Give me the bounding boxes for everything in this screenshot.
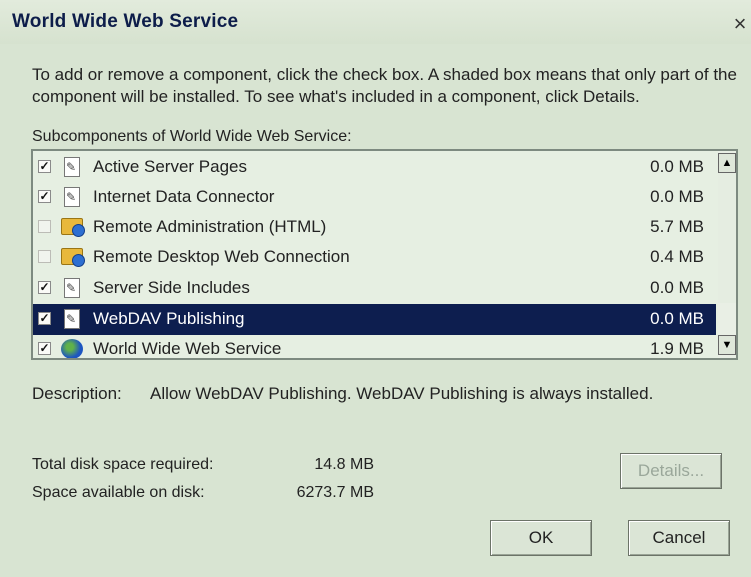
component-size: 5.7 MB	[650, 217, 704, 236]
checkbox[interactable]: ✓	[38, 190, 51, 203]
component-name: Server Side Includes	[93, 278, 250, 297]
checkbox[interactable]: ✓	[38, 312, 51, 325]
document-icon	[64, 278, 80, 298]
instructions-text: To add or remove a component, click the …	[32, 65, 737, 106]
disk-required-value: 14.8 MB	[314, 456, 374, 473]
component-size: 1.9 MB	[650, 339, 704, 358]
list-item[interactable]: ✓ World Wide Web Service 1.9 MB	[33, 334, 716, 358]
component-size: 0.0 MB	[650, 278, 704, 297]
list-item[interactable]: ✓ Server Side Includes 0.0 MB	[33, 273, 716, 304]
window-title: World Wide Web Service	[12, 11, 239, 32]
vertical-scrollbar[interactable]: ▲ ▼	[718, 151, 736, 358]
details-button[interactable]: Details...	[620, 453, 722, 489]
disk-available-label: Space available on disk:	[32, 484, 205, 501]
list-item[interactable]: ✓ Internet Data Connector 0.0 MB	[33, 182, 716, 213]
document-icon	[64, 157, 80, 177]
checkbox[interactable]: ✓	[38, 160, 51, 173]
component-size: 0.0 MB	[650, 309, 704, 328]
component-name: Remote Administration (HTML)	[93, 217, 327, 236]
dialog-window: World Wide Web Service × To add or remov…	[0, 0, 751, 577]
scroll-up-icon[interactable]: ▲	[718, 153, 736, 173]
cancel-button[interactable]: Cancel	[628, 520, 730, 556]
subcomponents-label: Subcomponents of World Wide Web Service:	[32, 128, 352, 145]
globe-icon	[61, 339, 83, 358]
description: Description: Allow WebDAV Publishing. Web…	[32, 384, 653, 404]
ok-button[interactable]: OK	[490, 520, 592, 556]
list-item[interactable]: Remote Administration (HTML) 5.7 MB	[33, 212, 716, 243]
component-name: Internet Data Connector	[93, 187, 275, 206]
checkbox[interactable]: ✓	[38, 342, 51, 355]
list-item[interactable]: Remote Desktop Web Connection 0.4 MB	[33, 242, 716, 273]
list-item[interactable]: ✓ Active Server Pages 0.0 MB	[33, 152, 716, 183]
description-label: Description:	[32, 384, 122, 403]
checkbox[interactable]	[38, 250, 51, 263]
scroll-track[interactable]	[718, 173, 736, 303]
component-size: 0.4 MB	[650, 247, 704, 266]
checkbox[interactable]: ✓	[38, 281, 51, 294]
folder-icon	[61, 218, 85, 237]
component-name: WebDAV Publishing	[93, 309, 245, 328]
list-item-selected[interactable]: ✓ WebDAV Publishing 0.0 MB	[33, 304, 716, 335]
document-icon	[64, 309, 80, 329]
components-list[interactable]: ✓ Active Server Pages 0.0 MB ✓ Internet …	[31, 149, 738, 360]
component-name: Active Server Pages	[93, 157, 248, 176]
description-text: Allow WebDAV Publishing. WebDAV Publishi…	[150, 384, 654, 403]
scroll-down-icon[interactable]: ▼	[718, 335, 736, 355]
component-size: 0.0 MB	[650, 187, 704, 206]
title-bar[interactable]: World Wide Web Service ×	[0, 0, 751, 44]
component-size: 0.0 MB	[650, 157, 704, 176]
folder-icon	[61, 248, 85, 267]
checkbox[interactable]	[38, 220, 51, 233]
disk-available-value: 6273.7 MB	[296, 484, 374, 501]
disk-required-label: Total disk space required:	[32, 456, 214, 473]
close-icon[interactable]: ×	[729, 13, 751, 36]
component-name: World Wide Web Service	[93, 339, 282, 358]
component-name: Remote Desktop Web Connection	[93, 247, 350, 266]
document-icon	[64, 187, 80, 207]
